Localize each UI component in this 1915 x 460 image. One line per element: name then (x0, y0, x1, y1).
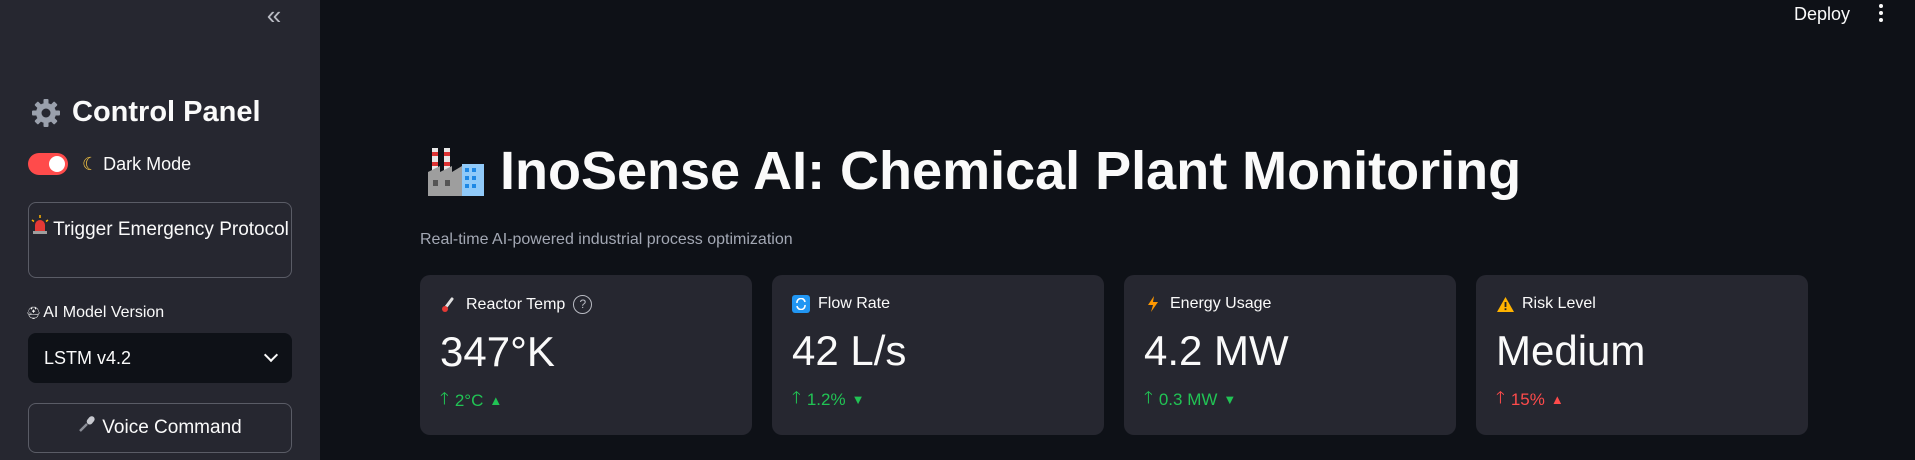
sidebar: « Control Panel ☾ Dark Mode Trigger Emer… (0, 0, 320, 460)
page-title: InoSense AI: Chemical Plant Monitoring (428, 140, 1521, 202)
voice-command-button[interactable]: Voice Command (28, 403, 292, 453)
metric-card-reactor-temp: Reactor Temp ? 347°K 🡑 2°C ▲ (420, 275, 752, 435)
metric-card-energy-usage: Energy Usage 4.2 MW 🡑 0.3 MW ▼ (1124, 275, 1456, 435)
deploy-button[interactable]: Deploy (1794, 2, 1850, 27)
metric-label: Risk Level (1522, 295, 1596, 312)
chip-icon: ⛑ (26, 306, 42, 320)
model-selected-value: LSTM v4.2 (44, 347, 132, 368)
arrow-up-icon: 🡑 (1496, 388, 1505, 407)
arrow-up-icon: 🡑 (1144, 388, 1153, 407)
thermometer-icon (440, 296, 458, 314)
panel-title-text: Control Panel (72, 96, 261, 128)
metric-label-row: Reactor Temp ? (440, 295, 732, 314)
help-icon[interactable]: ? (573, 295, 593, 314)
metric-label: Reactor Temp (466, 295, 566, 313)
arrow-up-icon: 🡑 (792, 388, 801, 407)
gear-icon (30, 97, 62, 129)
collapse-sidebar-icon[interactable]: « (262, 2, 286, 28)
metric-label: Energy Usage (1170, 295, 1272, 312)
emergency-button-label: Trigger Emergency Protocol (53, 219, 289, 241)
factory-icon (428, 142, 486, 200)
microphone-icon (78, 404, 96, 452)
trend-down-icon: ▼ (851, 392, 865, 407)
metric-delta: 🡑 15% ▲ (1496, 385, 1788, 414)
metric-delta-value: 1.2% (806, 389, 846, 409)
trigger-emergency-button[interactable]: Trigger Emergency Protocol (28, 202, 292, 278)
metric-value: 42 L/s (792, 327, 907, 374)
dark-mode-text: Dark Mode (103, 153, 192, 174)
dark-mode-toggle-row: ☾ Dark Mode (28, 153, 191, 175)
trend-up-icon: ▲ (1550, 392, 1564, 407)
metric-delta-value: 15% (1510, 389, 1545, 409)
metric-delta: 🡑 2°C ▲ (440, 386, 732, 415)
warning-icon (1496, 295, 1514, 313)
metric-value: 4.2 MW (1144, 327, 1289, 374)
model-version-label: ⛑ AI Model Version (26, 304, 164, 322)
lightning-icon (1144, 295, 1162, 313)
metric-card-risk-level: Risk Level Medium 🡑 15% ▲ (1476, 275, 1808, 435)
moon-icon: ☾ (82, 153, 99, 174)
metric-card-flow-rate: Flow Rate 42 L/s 🡑 1.2% ▼ (772, 275, 1104, 435)
control-panel-heading: Control Panel (30, 96, 261, 129)
metric-value: 347°K (440, 328, 555, 375)
metric-label-row: Risk Level (1496, 295, 1788, 313)
dark-mode-toggle[interactable] (28, 153, 68, 175)
title-text: InoSense AI: Chemical Plant Monitoring (500, 141, 1522, 201)
trend-down-icon: ▼ (1223, 392, 1237, 407)
metric-delta-value: 0.3 MW (1158, 389, 1218, 409)
voice-button-label: Voice Command (102, 417, 242, 439)
metric-label-row: Flow Rate (792, 295, 1084, 313)
page-subtitle: Real-time AI-powered industrial process … (420, 231, 793, 248)
metric-delta-value: 2°C (454, 390, 484, 410)
model-version-select[interactable]: LSTM v4.2 (28, 333, 292, 383)
repeat-icon (792, 295, 810, 313)
metric-delta: 🡑 0.3 MW ▼ (1144, 385, 1436, 414)
metric-label-row: Energy Usage (1144, 295, 1436, 313)
dark-mode-label: ☾ Dark Mode (82, 154, 191, 175)
metric-value: Medium (1496, 327, 1646, 374)
chevron-down-icon (263, 347, 279, 363)
metric-delta: 🡑 1.2% ▼ (792, 385, 1084, 414)
metric-label: Flow Rate (818, 295, 891, 312)
more-menu-icon[interactable] (1874, 4, 1888, 26)
trend-up-icon: ▲ (489, 393, 503, 408)
model-label-text: AI Model Version (43, 304, 165, 321)
arrow-up-icon: 🡑 (440, 389, 449, 408)
siren-icon (31, 214, 49, 246)
